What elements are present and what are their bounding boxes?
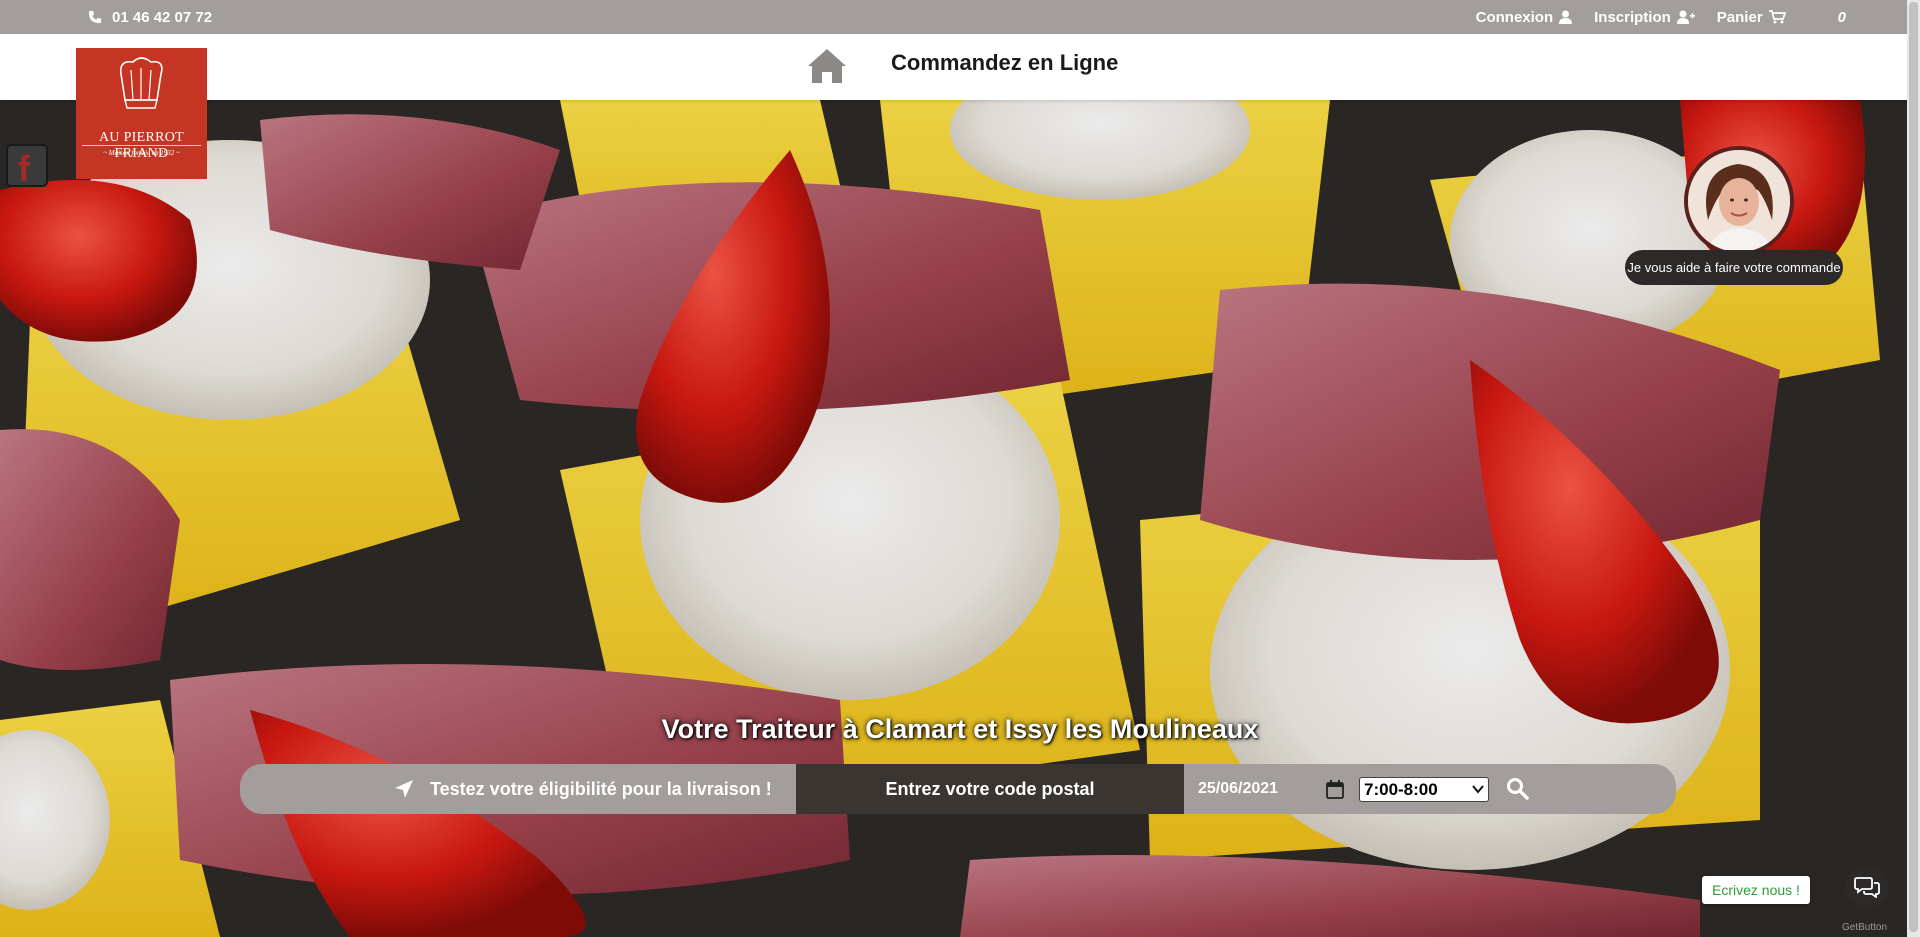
assistant-bubble[interactable]: Je vous aide à faire votre commande <box>1625 250 1843 285</box>
time-slot-value: 7:00-8:00 <box>1364 779 1438 799</box>
page-title: Commandez en Ligne <box>891 50 1119 75</box>
assistant-photo <box>1688 150 1790 252</box>
register-label: Inscription <box>1594 8 1671 26</box>
phone-icon <box>88 10 102 24</box>
login-label: Connexion <box>1475 8 1554 26</box>
date-input[interactable]: 25/06/2021 <box>1198 764 1278 814</box>
chat-label[interactable]: Ecrivez nous ! <box>1702 876 1810 904</box>
search-icon[interactable] <box>1506 777 1530 801</box>
calendar-icon[interactable] <box>1326 780 1344 799</box>
page-scrollbar[interactable] <box>1907 0 1920 937</box>
register-link[interactable]: Inscription <box>1594 9 1695 26</box>
cart-count: 0 <box>1837 8 1846 26</box>
login-link[interactable]: Connexion <box>1476 9 1573 26</box>
delivery-search-bar: Testez votre éligibilité pour la livrais… <box>240 764 1676 814</box>
cart-link[interactable]: Panier <box>1717 9 1786 26</box>
postal-code-input[interactable]: Entrez votre code postal <box>796 764 1184 814</box>
assistant-avatar[interactable] <box>1684 146 1794 256</box>
home-icon[interactable] <box>806 46 848 86</box>
hero-title: Votre Traiteur à Clamart et Issy les Mou… <box>661 714 1259 744</box>
facebook-button[interactable]: f <box>6 144 48 189</box>
user-icon <box>1559 10 1573 24</box>
chef-hat-icon <box>119 57 163 109</box>
phone-number: 01 46 42 07 72 <box>112 8 213 26</box>
location-arrow-icon <box>395 780 413 798</box>
facebook-icon: f <box>18 148 30 189</box>
time-slot-select[interactable]: 7:00-8:00 <box>1359 777 1489 802</box>
eligibility-text: Testez votre éligibilité pour la livrais… <box>430 778 772 799</box>
cart-label: Panier <box>1716 8 1763 26</box>
logo-rule <box>82 145 201 146</box>
site-logo[interactable]: AU PIERROT FRIAND ~ Maison fondée en 193… <box>76 48 207 179</box>
chat-bubbles-icon <box>1854 877 1880 898</box>
scrollbar-thumb[interactable] <box>1909 2 1918 932</box>
main-navbar: Commandez en Ligne <box>0 34 1920 100</box>
user-plus-icon <box>1676 10 1695 24</box>
logo-tagline: ~ Maison fondée en 1932 ~ <box>103 149 180 157</box>
chat-button[interactable] <box>1846 866 1888 908</box>
logo-brand: AU PIERROT FRIAND <box>98 130 185 161</box>
eligibility-prompt: Testez votre éligibilité pour la livrais… <box>394 764 772 814</box>
cart-icon <box>1768 10 1786 24</box>
getbutton-brand[interactable]: GetButton <box>1842 922 1887 933</box>
phone-contact[interactable]: 01 46 42 07 72 <box>88 0 212 34</box>
chevron-down-icon <box>1472 785 1484 794</box>
top-bar: 01 46 42 07 72 Connexion Inscription Pan… <box>0 0 1920 34</box>
